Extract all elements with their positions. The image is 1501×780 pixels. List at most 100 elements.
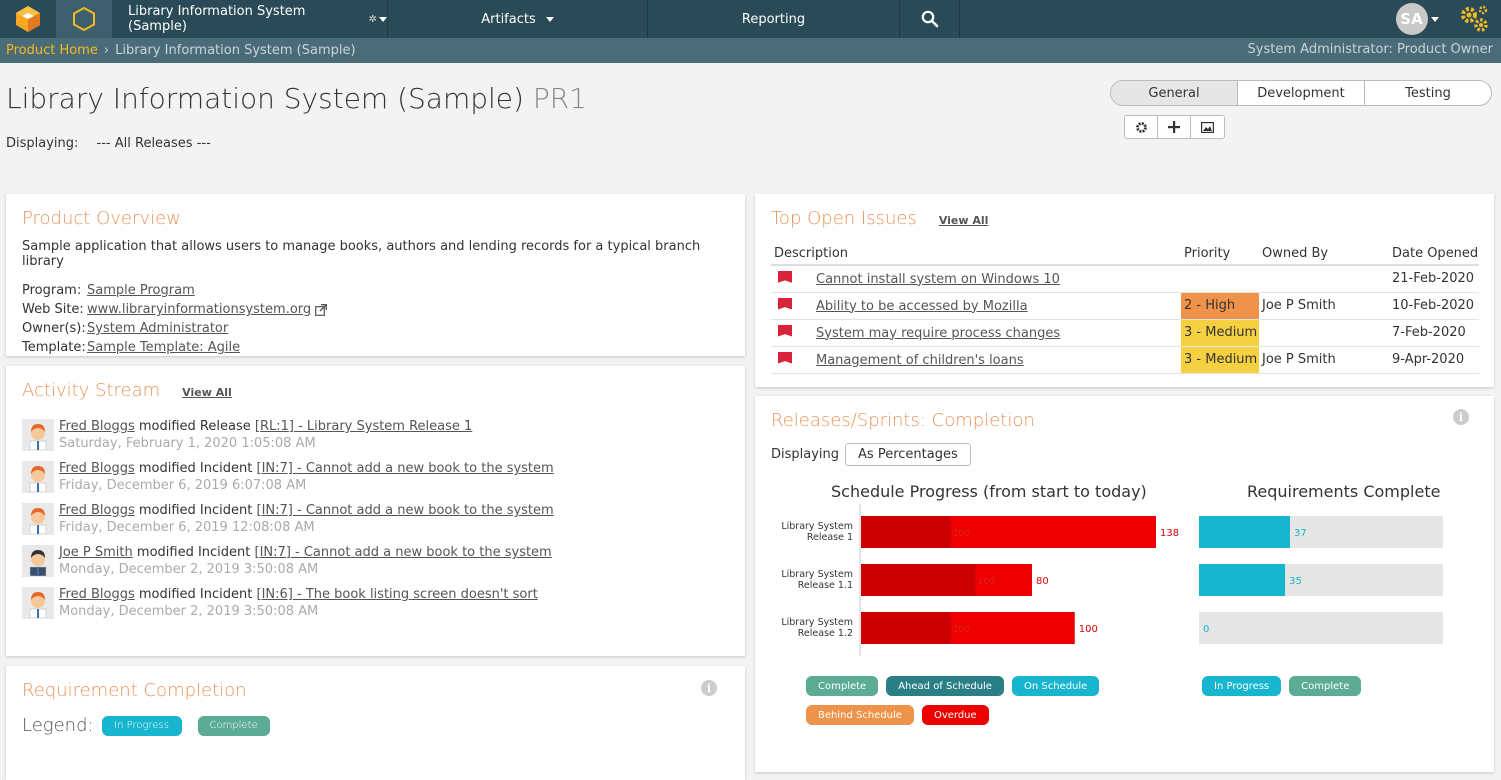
legend-complete: Complete bbox=[1289, 676, 1362, 696]
category-label: Release 1 bbox=[807, 532, 853, 543]
legend-label: Legend: bbox=[22, 715, 94, 736]
product-details: Program: Sample Program Web Site: www.li… bbox=[22, 281, 729, 357]
schedule-inner-label: 100 bbox=[978, 577, 995, 587]
display-mode: Displaying As Percentages bbox=[771, 443, 1478, 466]
view-all-link[interactable]: View All bbox=[182, 386, 232, 399]
owner-link[interactable]: System Administrator bbox=[87, 321, 228, 336]
issue-link[interactable]: Management of children's loans bbox=[816, 353, 1024, 368]
activity-artifact-link[interactable]: [IN:7] - Cannot add a new book to the sy… bbox=[257, 503, 554, 518]
issue-link[interactable]: Cannot install system on Windows 10 bbox=[816, 272, 1060, 287]
date-cell: 7-Feb-2020 bbox=[1389, 319, 1479, 347]
user-avatar-icon bbox=[29, 424, 47, 450]
column-header: Description bbox=[771, 243, 1181, 266]
table-row: System may require process changes 3 - Me… bbox=[771, 319, 1479, 347]
info-icon[interactable]: i bbox=[1453, 409, 1469, 425]
avatar bbox=[22, 587, 54, 619]
administration-button[interactable] bbox=[1447, 0, 1501, 38]
table-header-row: Description Priority Owned By Date Opene… bbox=[771, 243, 1479, 266]
activity-user-link[interactable]: Fred Bloggs bbox=[59, 419, 135, 434]
info-icon[interactable]: i bbox=[701, 680, 717, 696]
schedule-bar-segment bbox=[861, 516, 951, 548]
avatar bbox=[22, 419, 54, 451]
tab-general[interactable]: General bbox=[1111, 81, 1238, 105]
requirements-value-label: 37 bbox=[1294, 528, 1307, 539]
activity-artifact-link[interactable]: [IN:6] - The book listing screen doesn't… bbox=[257, 587, 538, 602]
activity-user-link[interactable]: Fred Bloggs bbox=[59, 461, 135, 476]
date-cell: 21-Feb-2020 bbox=[1389, 265, 1479, 293]
owner-cell: Joe P Smith bbox=[1259, 292, 1389, 320]
user-menu[interactable]: SA bbox=[1387, 0, 1447, 38]
displaying-label: Displaying bbox=[771, 447, 840, 462]
legend-overdue: Overdue bbox=[921, 705, 989, 725]
product-home-button[interactable] bbox=[56, 0, 112, 38]
column-header: Priority bbox=[1181, 243, 1259, 266]
user-avatar-icon bbox=[29, 592, 47, 618]
activity-timestamp: Monday, December 2, 2019 3:50:08 AM bbox=[59, 604, 319, 619]
breadcrumb-current: Library Information System (Sample) bbox=[115, 43, 356, 58]
activity-user-link[interactable]: Fred Bloggs bbox=[59, 587, 135, 602]
breadcrumb-product-home[interactable]: Product Home bbox=[6, 43, 98, 58]
activity-artifact-link[interactable]: [IN:7] - Cannot add a new book to the sy… bbox=[257, 461, 554, 476]
column-header: Date Opened bbox=[1389, 243, 1479, 266]
view-all-link[interactable]: View All bbox=[939, 214, 989, 227]
legend-in-progress: In Progress bbox=[1202, 676, 1282, 696]
schedule-bar-segment bbox=[861, 564, 976, 596]
panel-title: Top Open Issues bbox=[771, 208, 917, 229]
incident-flag-icon bbox=[778, 324, 792, 337]
user-avatar-icon bbox=[29, 550, 47, 576]
website-row: Web Site: www.libraryinformationsystem.o… bbox=[22, 300, 729, 319]
issue-link[interactable]: Ability to be accessed by Mozilla bbox=[816, 299, 1028, 314]
project-selector[interactable]: Library Information System (Sample) ✲ bbox=[112, 0, 388, 38]
product-overview-panel: Product Overview Sample application that… bbox=[6, 194, 745, 356]
hexagon-icon bbox=[73, 6, 95, 32]
activity-artifact-link[interactable]: [IN:7] - Cannot add a new book to the sy… bbox=[255, 545, 552, 560]
product-title: Library Information System (Sample) bbox=[6, 82, 524, 115]
tab-testing[interactable]: Testing bbox=[1365, 81, 1491, 105]
column-header: Owned By bbox=[1259, 243, 1389, 266]
settings-button[interactable] bbox=[1125, 116, 1158, 138]
owners-row: Owner(s): System Administrator bbox=[22, 319, 729, 338]
image-button[interactable] bbox=[1191, 116, 1224, 138]
date-cell: 9-Apr-2020 bbox=[1389, 346, 1479, 374]
add-widget-button[interactable] bbox=[1158, 116, 1191, 138]
incident-flag-icon bbox=[778, 351, 792, 364]
artifacts-menu[interactable]: Artifacts bbox=[388, 0, 648, 38]
program-link[interactable]: Sample Program bbox=[87, 283, 195, 298]
legend-complete: Complete bbox=[197, 715, 270, 736]
panel-title: Product Overview bbox=[22, 208, 181, 229]
search-button[interactable] bbox=[900, 0, 960, 38]
search-icon bbox=[921, 10, 938, 28]
app-logo[interactable] bbox=[0, 0, 56, 38]
table-row: Ability to be accessed by Mozilla 2 - Hig… bbox=[771, 292, 1479, 320]
website-link[interactable]: www.libraryinformationsystem.org bbox=[87, 302, 311, 317]
requirements-bar bbox=[1199, 516, 1290, 548]
panel-title: Releases/Sprints: Completion bbox=[771, 410, 1035, 431]
external-link-icon bbox=[315, 303, 328, 316]
activity-action: modified Release bbox=[138, 419, 251, 434]
activity-user-link[interactable]: Joe P Smith bbox=[59, 545, 133, 560]
category-label: Release 1.2 bbox=[798, 628, 853, 639]
issue-link[interactable]: System may require process changes bbox=[816, 326, 1060, 341]
image-icon bbox=[1201, 121, 1214, 133]
gear-icon bbox=[1135, 121, 1147, 133]
template-link[interactable]: Sample Template: Agile bbox=[87, 340, 240, 355]
tab-development[interactable]: Development bbox=[1238, 81, 1365, 105]
activity-artifact-link[interactable]: [RL:1] - Library System Release 1 bbox=[255, 419, 472, 434]
requirements-legend: In Progress Complete bbox=[1202, 676, 1402, 696]
legend-ahead-of-schedule: Ahead of Schedule bbox=[886, 676, 1004, 696]
activity-text: Fred Bloggs modified Release [RL:1] - Li… bbox=[59, 419, 472, 434]
user-avatar-icon bbox=[29, 508, 47, 534]
incident-flag-icon bbox=[778, 297, 792, 310]
activity-timestamp: Friday, December 6, 2019 6:07:08 AM bbox=[59, 478, 307, 493]
activity-item: Fred Bloggs modified Incident [IN:7] - C… bbox=[22, 461, 729, 493]
avatar bbox=[22, 461, 54, 493]
gear-small-icon: ✲ bbox=[368, 13, 377, 25]
reporting-menu[interactable]: Reporting bbox=[648, 0, 900, 38]
owner-cell bbox=[1259, 265, 1389, 293]
gears-icon bbox=[1461, 5, 1488, 32]
release-selector[interactable]: --- All Releases --- bbox=[97, 136, 211, 151]
activity-user-link[interactable]: Fred Bloggs bbox=[59, 503, 135, 518]
displaying-label: Displaying: bbox=[6, 136, 79, 151]
display-mode-selector[interactable]: As Percentages bbox=[845, 443, 971, 466]
activity-item: Fred Bloggs modified Incident [IN:7] - C… bbox=[22, 503, 729, 535]
